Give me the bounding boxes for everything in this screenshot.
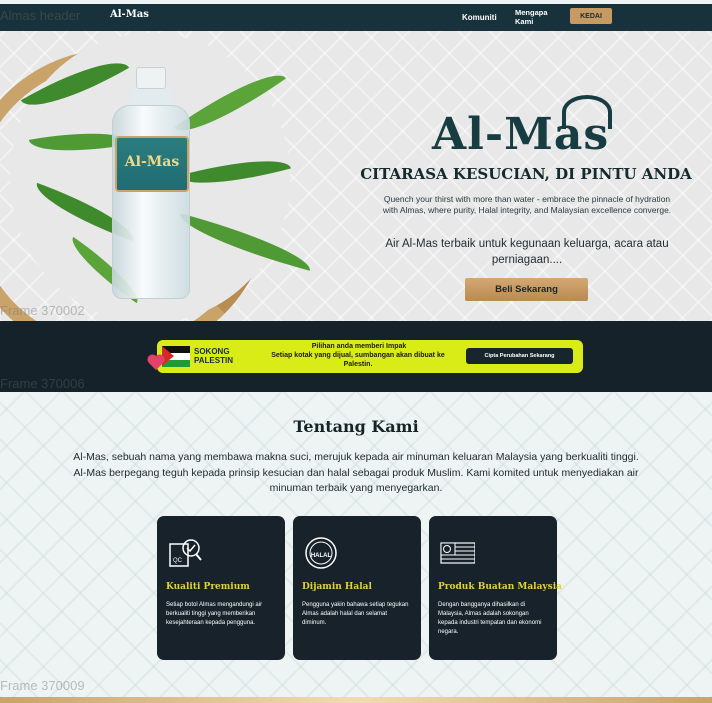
- card-text: Setiap botol Almas mengandungi air berku…: [166, 602, 263, 626]
- brand-logo-text: Al-Mas: [432, 109, 610, 160]
- malaysia-flag-icon: [440, 542, 475, 564]
- feature-card-halal: HALAL Dijamin Halal Pengguna yakin bahaw…: [293, 516, 421, 660]
- card-title: Kualiti Premium: [166, 582, 250, 592]
- card-text: Pengguna yakin bahawa setiap tegukan Alm…: [302, 602, 409, 626]
- water-bottle-image: Al-Mas: [112, 67, 190, 299]
- hero-subtitle-ms: Air Al-Mas terbaik untuk kegunaan keluar…: [385, 238, 669, 266]
- promo-description: Setiap kotak yang dijual, sumbangan akan…: [271, 352, 445, 368]
- bottle-neck: [130, 87, 172, 107]
- beli-sekarang-button[interactable]: Beli Sekarang: [465, 278, 588, 301]
- card-text: Dengan bangganya dihasilkan di Malaysia,…: [438, 602, 542, 635]
- hero-headline: CITARASA KESUCIAN, DI PINTU ANDA: [360, 165, 692, 183]
- page: Almas header Al-Mas Komuniti Mengapa Kam…: [0, 0, 712, 703]
- sokong-label: SOKONG: [194, 347, 230, 356]
- hero-subtitle: Quench your thirst with more than water …: [382, 194, 672, 215]
- nav-mengapa-kami[interactable]: Mengapa Kami: [515, 8, 555, 26]
- promo-title: Pilihan anda memberi Impak: [311, 343, 407, 350]
- palestin-label: PALESTIN: [194, 356, 233, 365]
- frame-label-header: Almas header: [0, 8, 81, 23]
- bottle-label: Al-Mas: [115, 136, 189, 192]
- palestine-flag-icon: [162, 346, 190, 367]
- bottle-label-text: Al-Mas: [124, 154, 180, 170]
- about-description: Al-Mas, sebuah nama yang membawa makna s…: [73, 451, 639, 494]
- halal-seal-icon: HALAL: [305, 537, 337, 569]
- quality-check-icon: QC: [169, 539, 202, 567]
- card-title: Dijamin Halal: [302, 582, 372, 592]
- about-title: Tentang Kami: [293, 417, 419, 436]
- card-title: Produk Buatan Malaysia: [438, 582, 562, 592]
- kedai-button[interactable]: KEDAI: [570, 8, 612, 24]
- frame-label-hero: Frame 370002: [0, 303, 85, 318]
- bottle-body: Al-Mas: [112, 105, 190, 299]
- feature-card-premium: QC Kualiti Premium Setiap botol Almas me…: [157, 516, 285, 660]
- nav-komuniti[interactable]: Komuniti: [462, 13, 497, 22]
- bottle-cap: [136, 67, 166, 89]
- feature-card-malaysia: Produk Buatan Malaysia Dengan bangganya …: [429, 516, 562, 660]
- frame-label-band: Frame 370006: [0, 376, 85, 391]
- header-logo[interactable]: Al-Mas: [110, 9, 149, 20]
- halal-seal-text: HALAL: [311, 553, 332, 559]
- frame-label-about: Frame 370009: [0, 678, 85, 693]
- cipta-perubahan-button[interactable]: Cipta Perubahan Sekarang: [466, 348, 573, 364]
- gold-divider: [0, 697, 712, 703]
- svg-text:QC: QC: [173, 558, 183, 564]
- sokong-palestin-label: SOKONG PALESTIN: [194, 347, 233, 365]
